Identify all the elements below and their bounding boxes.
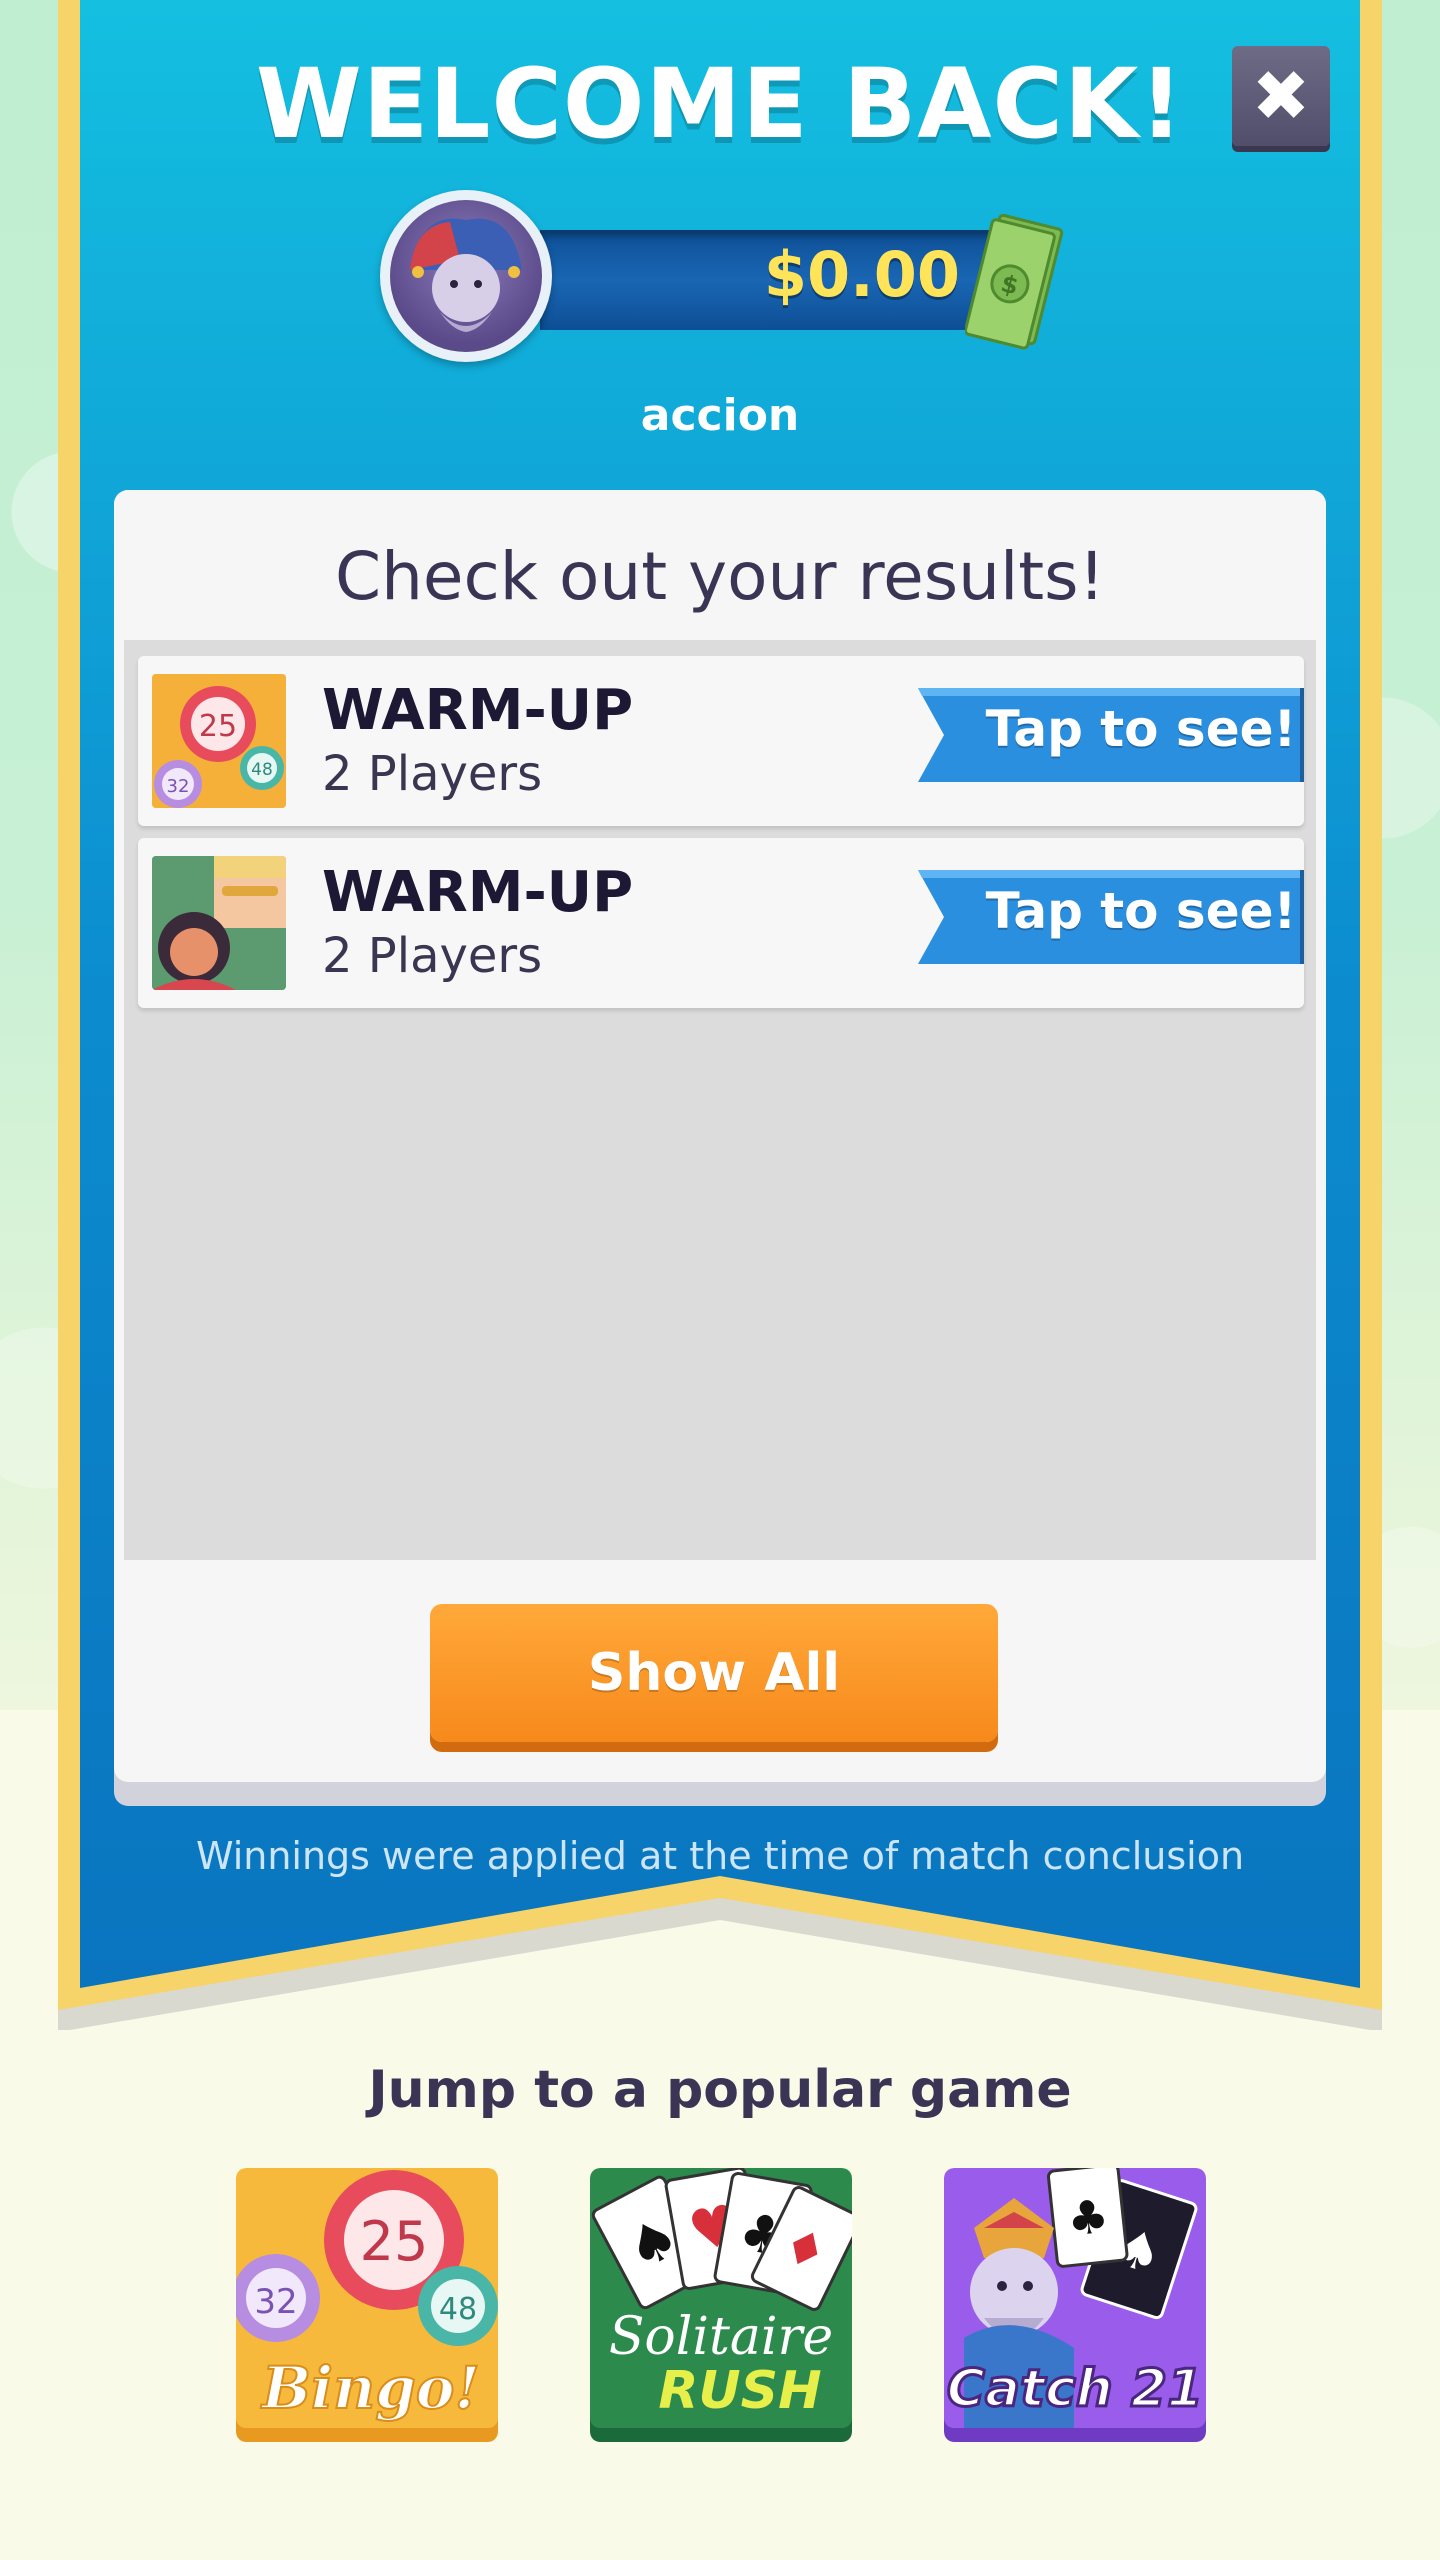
solitaire-rush-icon: ♠ ♥ ♣ ♦ Solitaire RUSH: [590, 2168, 852, 2442]
result-players: 2 Players: [322, 928, 543, 984]
result-row[interactable]: WARM-UP 2 Players Tap to see!: [138, 838, 1304, 1008]
svg-text:48: 48: [251, 760, 273, 780]
show-all-label: Show All: [587, 1643, 841, 1703]
bingo-game-icon: 25 32 48 Bingo!: [236, 2168, 498, 2442]
jester-avatar-icon: [390, 200, 542, 352]
tap-to-see-button[interactable]: Tap to see!: [918, 688, 1304, 782]
username: accion: [640, 390, 800, 441]
results-card-body: Check out your results! 25 32 48 WARM-UP…: [114, 490, 1326, 1782]
results-list: 25 32 48 WARM-UP 2 Players Tap to see! W…: [124, 640, 1316, 1560]
cash-icon: $: [963, 210, 1065, 350]
results-title: Check out your results!: [334, 538, 1106, 615]
svg-text:♣: ♣: [1065, 2189, 1112, 2247]
svg-text:25: 25: [199, 709, 237, 744]
tap-to-see-label: Tap to see!: [985, 700, 1297, 758]
bingo-ball-number-32: 32: [254, 2282, 297, 2322]
catch-21-icon: ♠ ♣ Catch 21: [944, 2168, 1206, 2442]
show-all-button[interactable]: Show All: [430, 1604, 998, 1742]
result-game-name: WARM-UP: [322, 860, 634, 925]
game-tile-catch-21[interactable]: ♠ ♣ Catch 21: [944, 2168, 1206, 2442]
catch-21-game-label: Catch 21: [947, 2359, 1203, 2419]
bingo-game-label: Bingo!: [260, 2354, 480, 2422]
solitaire-game-label: Solitaire: [609, 2307, 833, 2367]
results-card: Check out your results! 25 32 48 WARM-UP…: [114, 490, 1326, 1806]
bingo-balls-icon: 25 32 48: [152, 674, 286, 808]
balance-value: $0.00: [763, 238, 960, 311]
solitaire-rush-label: RUSH: [658, 2361, 821, 2421]
winnings-note: Winnings were applied at the time of mat…: [195, 1834, 1245, 1878]
tap-to-see-label: Tap to see!: [985, 882, 1297, 940]
game-tile-bingo[interactable]: 25 32 48 Bingo!: [236, 2168, 498, 2442]
popular-games-title: Jump to a popular game: [368, 2060, 1072, 2120]
close-button[interactable]: ✖: [1232, 46, 1330, 146]
page-title: WELCOME BACK!: [255, 48, 1185, 160]
svg-text:32: 32: [167, 776, 190, 797]
players-icon: [152, 856, 286, 990]
result-game-name: WARM-UP: [322, 678, 634, 743]
close-icon: ✖: [1251, 55, 1311, 137]
result-row[interactable]: 25 32 48 WARM-UP 2 Players Tap to see!: [138, 656, 1304, 826]
bingo-ball-number-25: 25: [360, 2210, 429, 2273]
result-players: 2 Players: [322, 746, 543, 802]
bingo-ball-number-48: 48: [439, 2292, 477, 2327]
tap-to-see-button[interactable]: Tap to see!: [918, 870, 1304, 964]
avatar[interactable]: [380, 190, 552, 362]
game-tile-solitaire-rush[interactable]: ♠ ♥ ♣ ♦ Solitaire RUSH: [590, 2168, 852, 2442]
